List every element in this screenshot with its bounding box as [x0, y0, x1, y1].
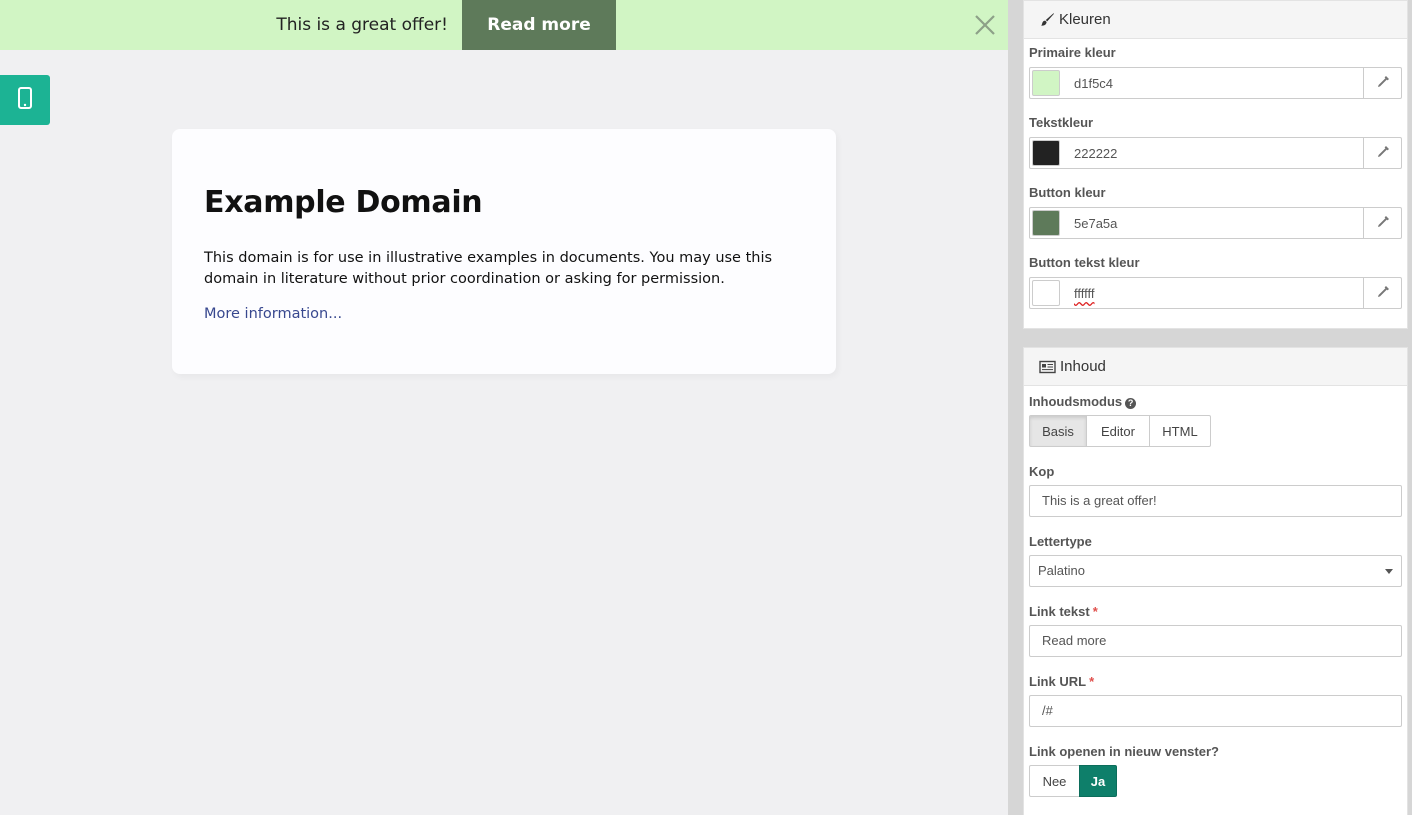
button-text-color-eyedropper-button[interactable] — [1363, 278, 1401, 308]
heading-input[interactable]: This is a great offer! — [1029, 485, 1402, 517]
button-text-color-swatch[interactable] — [1032, 280, 1060, 306]
preview-area: This is a great offer! Read more Example… — [0, 0, 1008, 815]
primary-color-value: d1f5c4 — [1074, 76, 1114, 91]
link-text-label: Link tekst * — [1029, 604, 1098, 619]
link-text-input[interactable]: Read more — [1029, 625, 1402, 657]
colors-panel-header: Kleuren — [1024, 1, 1407, 39]
more-information-link[interactable]: More information... — [204, 306, 342, 322]
card-title: Example Domain — [204, 185, 483, 220]
example-card: Example Domain This domain is for use in… — [172, 129, 836, 374]
device-toggle-button[interactable] — [0, 75, 50, 125]
offer-headline: This is a great offer! — [276, 15, 448, 35]
new-window-toggle: Nee Ja — [1029, 765, 1117, 797]
mobile-phone-icon — [18, 87, 32, 113]
button-text-color-input[interactable]: ffffff — [1029, 277, 1402, 309]
new-window-label: Link openen in nieuw venster? — [1029, 744, 1219, 759]
button-text-color-value: ffffff — [1074, 286, 1095, 301]
text-color-eyedropper-button[interactable] — [1363, 138, 1401, 168]
mode-basis-button[interactable]: Basis — [1029, 415, 1087, 447]
close-icon[interactable] — [972, 12, 998, 38]
button-color-swatch[interactable] — [1032, 210, 1060, 236]
text-color-value: 222222 — [1074, 146, 1118, 161]
paint-brush-icon — [1039, 12, 1055, 28]
newspaper-icon — [1039, 360, 1056, 374]
colors-panel: Kleuren Primaire kleur d1f5c4 Tekstkleur… — [1023, 0, 1408, 329]
new-window-yes-button[interactable]: Ja — [1079, 765, 1117, 797]
font-label: Lettertype — [1029, 534, 1092, 549]
link-url-label: Link URL * — [1029, 674, 1094, 689]
eyedropper-icon — [1376, 214, 1390, 233]
heading-label: Kop — [1029, 464, 1055, 479]
text-color-label: Tekstkleur — [1029, 115, 1094, 130]
card-text: This domain is for use in illustrative e… — [204, 250, 773, 287]
content-mode-toggle: Basis Editor HTML — [1029, 415, 1211, 447]
font-select-value: Palatino — [1038, 563, 1085, 578]
button-text-color-label: Button tekst kleur — [1029, 255, 1140, 270]
content-mode-label: Inhoudsmodus? — [1029, 394, 1137, 409]
required-marker: * — [1089, 674, 1095, 689]
text-color-input[interactable]: 222222 — [1029, 137, 1402, 169]
caret-down-icon — [1385, 569, 1393, 574]
mode-editor-button[interactable]: Editor — [1086, 415, 1150, 447]
read-more-button[interactable]: Read more — [462, 0, 616, 50]
eyedropper-icon — [1376, 144, 1390, 163]
text-color-swatch[interactable] — [1032, 140, 1060, 166]
content-panel-title: Inhoud — [1060, 358, 1106, 375]
new-window-no-button[interactable]: Nee — [1029, 765, 1080, 797]
link-url-input[interactable]: /# — [1029, 695, 1402, 727]
font-select[interactable]: Palatino — [1029, 555, 1402, 587]
link-url-label-text: Link URL — [1029, 674, 1087, 689]
button-color-input[interactable]: 5e7a5a — [1029, 207, 1402, 239]
button-color-value: 5e7a5a — [1074, 216, 1118, 231]
offer-bar: This is a great offer! Read more — [0, 0, 1008, 50]
colors-panel-title: Kleuren — [1059, 11, 1111, 28]
primary-color-eyedropper-button[interactable] — [1363, 68, 1401, 98]
primary-color-input[interactable]: d1f5c4 — [1029, 67, 1402, 99]
help-icon[interactable]: ? — [1125, 397, 1137, 409]
primary-color-swatch[interactable] — [1032, 70, 1060, 96]
eyedropper-icon — [1376, 74, 1390, 93]
mode-html-button[interactable]: HTML — [1149, 415, 1211, 447]
content-panel-header: Inhoud — [1024, 348, 1407, 386]
content-panel: Inhoud Inhoudsmodus? Basis Editor HTML K… — [1023, 347, 1408, 815]
eyedropper-icon — [1376, 284, 1390, 303]
button-color-label: Button kleur — [1029, 185, 1106, 200]
content-mode-label-text: Inhoudsmodus — [1029, 394, 1123, 409]
link-text-label-text: Link tekst — [1029, 604, 1090, 619]
required-marker: * — [1092, 604, 1098, 619]
button-color-eyedropper-button[interactable] — [1363, 208, 1401, 238]
primary-color-label: Primaire kleur — [1029, 45, 1116, 60]
